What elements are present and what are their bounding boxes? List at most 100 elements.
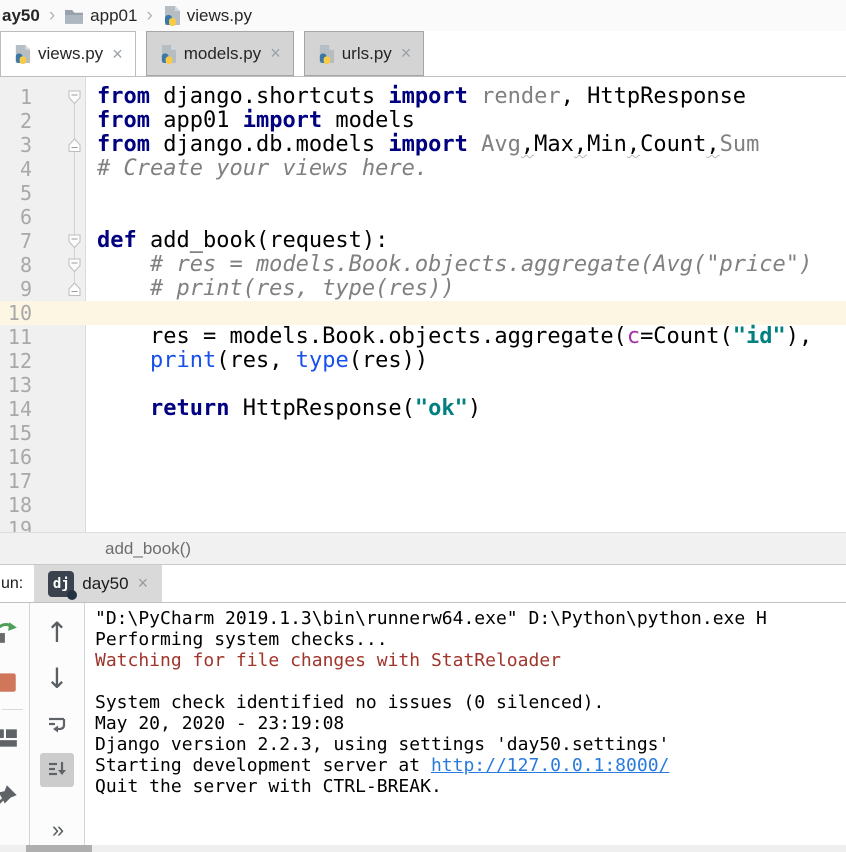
console-line: Performing system checks...	[95, 629, 846, 650]
console-line: May 20, 2020 - 23:19:08	[95, 713, 846, 734]
more-chevrons-icon[interactable]: »	[52, 817, 62, 843]
line-number[interactable]: 5	[0, 181, 42, 205]
down-arrow-icon[interactable]: ↓	[45, 665, 68, 693]
breadcrumb: ay50 › app01 › views.py	[0, 0, 846, 31]
up-arrow-icon[interactable]: ↑	[45, 619, 68, 647]
fold-column	[42, 109, 86, 133]
code-line: 15	[0, 421, 846, 445]
code-text: # res = models.Book.objects.aggregate(Av…	[86, 253, 812, 277]
line-number[interactable]: 13	[0, 373, 42, 397]
tab-models-py[interactable]: models.py ×	[146, 31, 294, 76]
fold-marker-icon[interactable]	[42, 229, 86, 253]
console-line: Quit the server with CTRL-BREAK.	[95, 776, 846, 797]
console-text: Django version 2.2.3, using settings 'da…	[95, 734, 669, 755]
code-line: 12 print(res, type(res))	[0, 349, 846, 373]
scroll-to-end-icon[interactable]	[40, 753, 74, 787]
code-line: 7 def add_book(request):	[0, 229, 846, 253]
code-text	[86, 301, 97, 325]
breadcrumb-item-day50[interactable]: ay50	[2, 6, 40, 26]
tab-urls-py[interactable]: urls.py ×	[304, 31, 425, 76]
tab-label: views.py	[38, 44, 103, 64]
line-number[interactable]: 17	[0, 469, 42, 493]
code-text	[86, 373, 97, 397]
editor-tab-bar: views.py × models.py × urls.py ×	[0, 31, 846, 77]
stop-icon[interactable]	[0, 669, 19, 700]
line-number[interactable]: 6	[0, 205, 42, 229]
console-text: May 20, 2020 - 23:19:08	[95, 713, 344, 734]
code-line: 2 from app01 import models	[0, 109, 846, 133]
fold-column	[42, 157, 86, 181]
tab-label: models.py	[184, 44, 261, 64]
fold-column	[42, 445, 86, 469]
line-number[interactable]: 2	[0, 109, 42, 133]
restore-layout-icon[interactable]	[0, 725, 19, 756]
line-number[interactable]: 11	[0, 325, 42, 349]
code-text: def add_book(request):	[86, 229, 388, 253]
line-number[interactable]: 12	[0, 349, 42, 373]
console-line: Django version 2.2.3, using settings 'da…	[95, 734, 846, 755]
fold-marker-icon[interactable]	[42, 253, 86, 277]
python-file-icon	[13, 44, 31, 64]
code-text	[86, 181, 97, 205]
close-icon[interactable]: ×	[112, 44, 123, 65]
python-file-icon	[159, 44, 177, 64]
soft-wrap-icon[interactable]	[45, 713, 69, 742]
breadcrumb-item-views[interactable]: views.py	[187, 6, 252, 26]
fold-column	[42, 493, 86, 517]
code-text: from django.shortcuts import render, Htt…	[86, 85, 746, 109]
close-icon[interactable]: ×	[138, 573, 149, 594]
code-editor[interactable]: 1 from django.shortcuts import render, Ht…	[0, 77, 846, 532]
scrollbar-thumb[interactable]	[26, 845, 92, 852]
fold-column	[42, 181, 86, 205]
pycharm-window: ay50 › app01 › views.py views.py × model…	[0, 0, 846, 852]
close-icon[interactable]: ×	[401, 43, 412, 64]
chevron-right-icon: ›	[146, 6, 152, 25]
horizontal-scrollbar[interactable]	[0, 845, 846, 852]
selected-icon-background	[40, 753, 74, 787]
fold-column	[42, 301, 86, 325]
code-line: 10	[0, 301, 846, 325]
line-number[interactable]: 18	[0, 493, 42, 517]
run-tab-label: day50	[82, 574, 128, 594]
line-number[interactable]: 9	[0, 277, 42, 301]
close-icon[interactable]: ×	[270, 43, 281, 64]
console-line: System check identified no issues (0 sil…	[95, 692, 846, 713]
python-file-icon	[162, 5, 181, 26]
console-text: Starting development server at	[95, 755, 431, 776]
code-text	[86, 205, 97, 229]
rerun-icon[interactable]	[0, 619, 19, 650]
line-number[interactable]: 8	[0, 253, 42, 277]
console-text: Performing system checks...	[95, 629, 388, 650]
line-number[interactable]: 4	[0, 157, 42, 181]
run-tab-day50[interactable]: dj day50 ×	[34, 565, 162, 602]
fold-marker-icon[interactable]	[42, 277, 86, 301]
line-number[interactable]: 3	[0, 133, 42, 157]
line-number[interactable]: 19	[0, 517, 42, 532]
console-text: System check identified no issues (0 sil…	[95, 692, 604, 713]
line-number[interactable]: 16	[0, 445, 42, 469]
folder-icon	[64, 7, 84, 24]
line-number[interactable]: 15	[0, 421, 42, 445]
code-text: # print(res, type(res))	[86, 277, 455, 301]
fold-column	[42, 373, 86, 397]
console-text: "D:\PyCharm 2019.1.3\bin\runnerw64.exe" …	[95, 608, 767, 629]
server-url-link[interactable]: http://127.0.0.1:8000/	[431, 755, 669, 776]
console-output[interactable]: "D:\PyCharm 2019.1.3\bin\runnerw64.exe" …	[85, 603, 846, 845]
breadcrumb-function[interactable]: add_book()	[105, 539, 191, 559]
pin-icon[interactable]	[0, 783, 19, 814]
python-file-icon	[317, 44, 335, 64]
fold-column	[42, 469, 86, 493]
line-number[interactable]: 10	[0, 301, 42, 325]
code-text: from app01 import models	[86, 109, 415, 133]
line-number[interactable]: 7	[0, 229, 42, 253]
code-text	[86, 421, 97, 445]
code-line: 19	[0, 517, 846, 532]
line-number[interactable]: 1	[0, 85, 42, 109]
code-text	[86, 469, 97, 493]
tab-views-py[interactable]: views.py ×	[0, 31, 136, 76]
line-number[interactable]: 14	[0, 397, 42, 421]
console-line	[95, 671, 846, 692]
fold-marker-icon[interactable]	[42, 85, 86, 109]
breadcrumb-item-app01[interactable]: app01	[90, 6, 137, 26]
fold-marker-icon[interactable]	[42, 133, 86, 157]
